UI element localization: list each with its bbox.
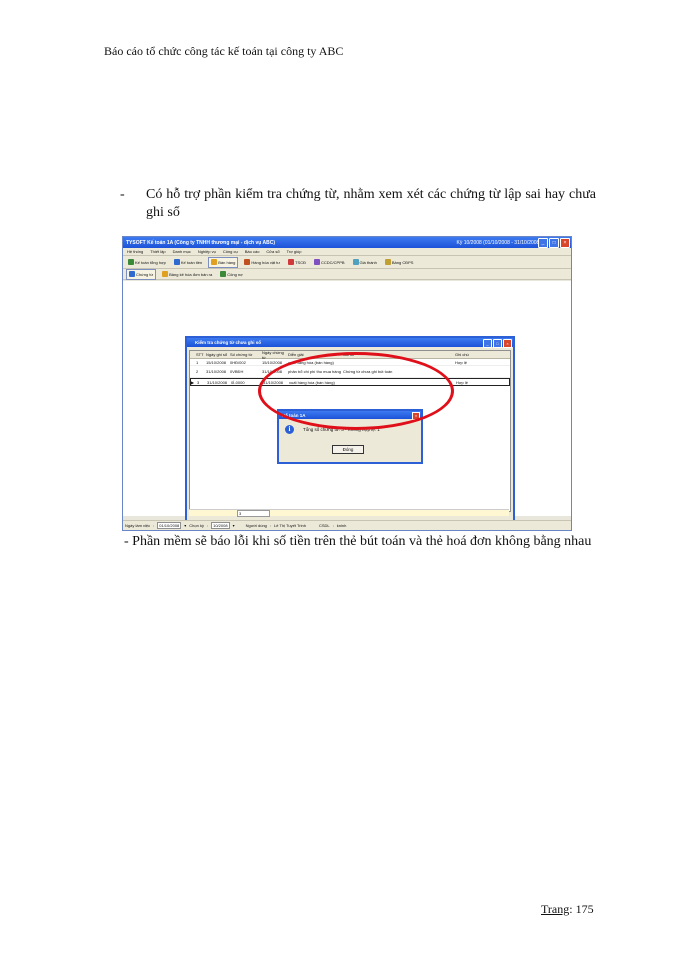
app-title: TYSOFT Kế toán 1A (Công ty TNHH thương m… bbox=[126, 239, 276, 246]
table-cell: 0Ì-0000 bbox=[231, 379, 245, 385]
table-cell: 31/10/2008 bbox=[206, 369, 227, 374]
debt-icon bbox=[220, 271, 227, 277]
balance-icon bbox=[384, 259, 391, 265]
list-icon bbox=[162, 271, 169, 277]
info-icon: i bbox=[285, 425, 294, 434]
menu-item[interactable]: Cửa sổ bbox=[266, 249, 279, 254]
close-icon[interactable]: × bbox=[503, 339, 512, 348]
table-cell: 0VBĐH bbox=[230, 369, 244, 374]
grid-footer: 3 bbox=[189, 509, 509, 517]
footer-label: Trang bbox=[541, 902, 570, 916]
menu-item[interactable]: Hệ thống bbox=[127, 249, 143, 254]
workdate-field[interactable]: 01/10/2008 bbox=[157, 522, 182, 529]
app-titlebar: TYSOFT Kế toán 1A (Công ty TNHH thương m… bbox=[123, 237, 571, 248]
dialog-controls: _ □ × bbox=[483, 339, 512, 348]
subtoolbar-button[interactable]: Bảng kê hóa đơn bán ra bbox=[160, 270, 214, 279]
dialog-title: Kiểm tra chứng từ chưa ghi sổ bbox=[187, 338, 513, 347]
subtoolbar-label: Công nợ bbox=[227, 271, 243, 277]
bullet-text: Có hỗ trợ phần kiểm tra chứng từ, nhằm x… bbox=[146, 187, 596, 220]
db-value: kninh bbox=[336, 523, 347, 528]
menu-item[interactable]: Công cụ bbox=[223, 249, 238, 254]
toolbar-button[interactable]: CCDC/CPPB bbox=[312, 258, 347, 267]
table-cell: Hợp lệ bbox=[456, 379, 468, 385]
menu-bar: Hệ thống Thiết lập Danh mục Nghiệp vụ Cô… bbox=[123, 248, 571, 256]
toolbar-label: Kế toán tổng hợp bbox=[135, 259, 166, 265]
toolbar-label: Bán hàng bbox=[218, 259, 236, 265]
toolbar-label: Hàng hóa vật tư bbox=[251, 259, 281, 265]
toolbar-label: Giá thành bbox=[359, 259, 377, 265]
period-label: Chọn kỳ bbox=[189, 523, 204, 528]
table-cell: Hợp lệ bbox=[455, 359, 467, 365]
cash-icon bbox=[173, 259, 180, 265]
bullet-dash: - bbox=[120, 187, 125, 202]
column-header[interactable]: Ngày chứng từ bbox=[262, 350, 288, 360]
subtoolbar-button[interactable]: Công nợ bbox=[218, 270, 245, 279]
page-number: 175 bbox=[575, 902, 594, 916]
ok-button[interactable]: Đóng bbox=[332, 445, 364, 454]
module-toolbar: Kế toán tổng hợp Kế toán tiền Bán hàng H… bbox=[123, 256, 571, 269]
workdate-label: Ngày làm việc bbox=[125, 523, 151, 528]
maximize-icon[interactable]: □ bbox=[549, 238, 559, 248]
menu-item[interactable]: Thiết lập bbox=[150, 249, 165, 254]
period-field[interactable]: 10/2008 bbox=[211, 522, 230, 529]
menu-item[interactable]: Báo cáo bbox=[245, 249, 260, 254]
toolbar-label: TSCĐ bbox=[295, 259, 306, 265]
menu-item[interactable]: Trợ giúp bbox=[287, 249, 302, 254]
footer-separator: : bbox=[569, 902, 573, 916]
db-label: CSDL bbox=[318, 523, 330, 528]
toolbar-button[interactable]: Kế toán tiền bbox=[172, 258, 204, 267]
paragraph-error-note: - Phần mềm sẽ báo lỗi khi số tiền trên t… bbox=[124, 534, 592, 549]
page-header: Báo cáo tổ chức công tác kế toán tại côn… bbox=[104, 44, 344, 58]
subtoolbar-label: Bảng kê hóa đơn bán ra bbox=[169, 271, 213, 277]
toolbar-button[interactable]: Hàng hóa vật tư bbox=[242, 258, 282, 267]
table-cell: 2 bbox=[196, 369, 199, 374]
toolbar-button[interactable]: Bảng CĐPS bbox=[383, 258, 416, 267]
close-icon[interactable]: × bbox=[560, 238, 570, 248]
window-controls: _ □ × bbox=[538, 238, 570, 248]
record-count: 3 bbox=[237, 510, 270, 517]
bullet-paragraph: - Có hỗ trợ phần kiểm tra chứng từ, nhằm… bbox=[120, 186, 596, 222]
chevron-down-icon[interactable]: ▾ bbox=[184, 523, 186, 528]
minimize-icon[interactable]: _ bbox=[483, 339, 492, 348]
column-header[interactable]: Ghi chú bbox=[455, 352, 495, 357]
sales-icon bbox=[211, 259, 218, 265]
toolbar-label: Kế toán tiền bbox=[180, 259, 203, 265]
ledger-icon bbox=[128, 259, 134, 265]
toolbar-label: Bảng CĐPS bbox=[391, 259, 414, 265]
user-value: Lê Thị Tuyết Trinh bbox=[274, 523, 306, 528]
user-label: Người dùng bbox=[245, 523, 267, 528]
chevron-down-icon[interactable]: ▾ bbox=[233, 523, 235, 528]
maximize-icon[interactable]: □ bbox=[493, 339, 502, 348]
subtoolbar-button-active[interactable]: Chứng từ bbox=[126, 268, 157, 280]
highlight-oval bbox=[258, 352, 454, 430]
minimize-icon[interactable]: _ bbox=[538, 238, 548, 248]
toolbar-button[interactable]: TSCĐ bbox=[286, 258, 308, 267]
asset-icon bbox=[288, 259, 295, 265]
column-header[interactable]: Ngày ghi sổ bbox=[206, 352, 230, 357]
app-period: Kỳ 10/2008 (01/10/2008 - 31/10/2008) bbox=[456, 239, 541, 246]
sub-toolbar: Chứng từ Bảng kê hóa đơn bán ra Công nợ bbox=[123, 268, 571, 280]
column-header[interactable]: STT bbox=[196, 352, 206, 357]
toolbar-button[interactable]: Kế toán tổng hợp bbox=[126, 258, 168, 267]
column-header[interactable]: Số chứng từ bbox=[230, 352, 262, 357]
cost-icon bbox=[352, 259, 359, 265]
page-footer: Trang: 175 bbox=[541, 902, 594, 917]
table-cell: 0HĐ/002 bbox=[230, 359, 246, 365]
table-cell: 15/10/2008 bbox=[206, 359, 227, 365]
tools-icon bbox=[313, 259, 320, 265]
menu-item[interactable]: Nghiệp vụ bbox=[198, 249, 216, 254]
table-cell: 3 bbox=[197, 379, 200, 385]
table-cell: 31/10/2008 bbox=[207, 379, 228, 385]
inventory-icon bbox=[244, 259, 251, 265]
status-bar: Ngày làm việc: 01/10/2008 ▾ Chọn kỳ: 10/… bbox=[123, 520, 571, 530]
toolbar-button[interactable]: Giá thành bbox=[351, 258, 379, 267]
table-cell: 1 bbox=[196, 359, 199, 365]
toolbar-button-active[interactable]: Bán hàng bbox=[208, 256, 239, 268]
toolbar-label: CCDC/CPPB bbox=[320, 259, 345, 265]
document-icon bbox=[129, 271, 135, 277]
menu-item[interactable]: Danh mục bbox=[173, 249, 191, 254]
subtoolbar-label: Chứng từ bbox=[136, 271, 154, 277]
